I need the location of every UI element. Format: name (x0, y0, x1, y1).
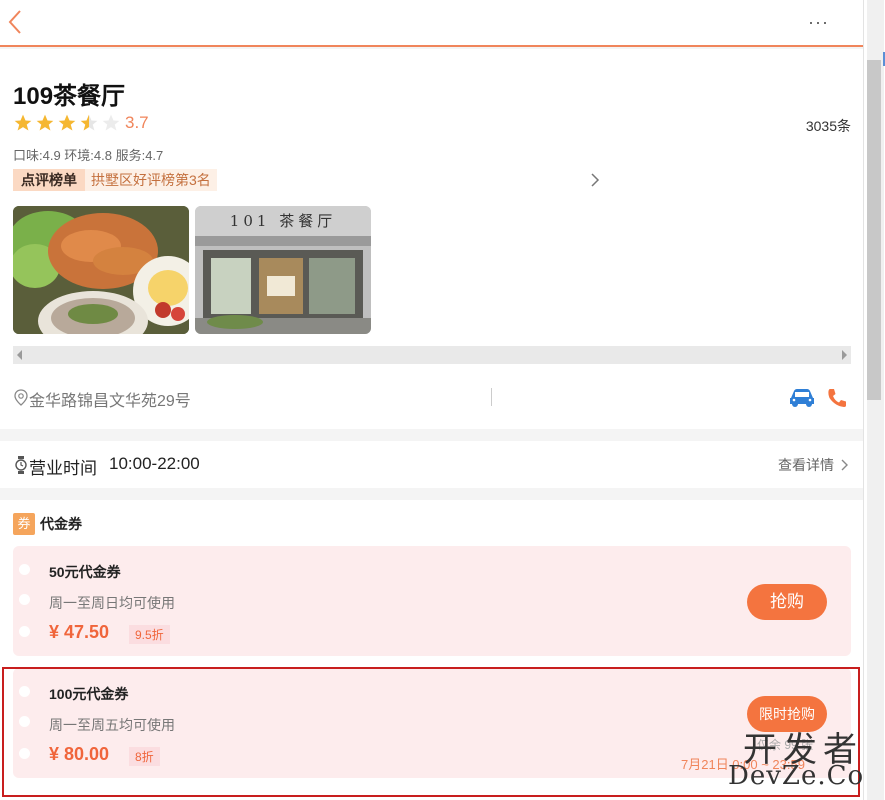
star-empty-icon (102, 114, 120, 131)
coupon-name: 50元代金券 (49, 564, 121, 580)
phone-icon[interactable] (825, 386, 849, 410)
coupon-discount-badge: 9.5折 (129, 625, 170, 644)
watch-icon (15, 456, 27, 474)
photo-strip: 101 茶餐厅 (13, 206, 371, 334)
address-row: 金华路锦昌文华苑29号 (13, 386, 851, 410)
car-icon[interactable] (788, 386, 816, 408)
star-full-icon (58, 114, 76, 131)
hours-value: 10:00-22:00 (109, 454, 200, 473)
coupon-price: ¥ 47.50 (49, 622, 110, 642)
decorative-dot (19, 564, 30, 575)
photo-strip-scrollbar[interactable] (13, 346, 851, 364)
sub-scores: 口味:4.9 环境:4.8 服务:4.7 (13, 148, 164, 163)
coupon-card[interactable]: 50元代金券 周一至周日均可使用 ¥ 47.50 9.5折 抢购 (13, 546, 851, 656)
coupon-section-title: 代金券 (40, 516, 82, 532)
watermark-logo: 开发者 DevZe.CoM (728, 733, 885, 791)
decorative-dot (19, 626, 30, 637)
coupon-badge-icon: 券 (13, 513, 35, 535)
star-half-icon (80, 114, 98, 131)
coupon-description: 周一至周五均可使用 (49, 717, 175, 733)
decorative-dot (19, 686, 30, 697)
coupon-card[interactable]: 100元代金券 周一至周五均可使用 ¥ 80.00 8折 限时抢购 仅余 99 … (13, 668, 851, 778)
star-rating: 3.7 (13, 113, 149, 133)
ranking-tag: 点评榜单 (13, 169, 85, 191)
watermark-en: DevZe.CoM (728, 761, 885, 791)
hours-label: 营业时间 (29, 459, 97, 478)
buy-button[interactable]: 抢购 (747, 584, 827, 620)
scroll-right-arrow-icon[interactable] (842, 350, 847, 360)
view-details-label: 查看详情 (778, 457, 834, 473)
more-menu-button[interactable]: ··· (808, 12, 829, 33)
ranking-chevron-right-icon[interactable] (589, 171, 601, 189)
storefront-photo[interactable]: 101 茶餐厅 (195, 206, 371, 334)
view-details-link[interactable]: 查看详情 (778, 455, 849, 475)
flash-sale-button[interactable]: 限时抢购 (747, 696, 827, 732)
review-count[interactable]: 3035条 (806, 116, 851, 136)
top-bar: ··· (0, 0, 863, 47)
back-button[interactable] (6, 8, 26, 36)
coupon-name: 100元代金券 (49, 686, 129, 702)
shop-detail-page: ··· 109茶餐厅 3.7 3035条 口味:4.9 环境:4.8 服务:4.… (0, 0, 885, 800)
shop-address[interactable]: 金华路锦昌文华苑29号 (29, 387, 191, 411)
coupon-discount-badge: 8折 (129, 747, 160, 766)
coupon-description: 周一至周日均可使用 (49, 595, 175, 611)
ranking-text: 拱墅区好评榜第3名 (91, 172, 211, 188)
scroll-left-arrow-icon[interactable] (17, 350, 22, 360)
chevron-right-icon (841, 459, 848, 471)
business-hours-row: 营业时间 10:00-22:00 查看详情 (0, 441, 863, 488)
food-photo[interactable] (13, 206, 189, 334)
coupon-price: ¥ 80.00 (49, 744, 110, 764)
decorative-dot (19, 716, 30, 727)
star-full-icon (14, 114, 32, 131)
rating-score: 3.7 (125, 113, 149, 132)
decorative-dot (19, 748, 30, 759)
shop-info-card: 109茶餐厅 3.7 3035条 口味:4.9 环境:4.8 服务:4.7 点评… (0, 49, 863, 429)
vertical-scrollbar[interactable] (863, 0, 885, 800)
decorative-dot (19, 594, 30, 605)
star-full-icon (36, 114, 54, 131)
scrollbar-thumb[interactable] (867, 60, 881, 400)
shop-name: 109茶餐厅 (13, 83, 126, 110)
coupon-section-header: 券 代金券 (13, 513, 82, 535)
location-pin-icon (14, 389, 28, 406)
storefront-sign-text: 101 茶餐厅 (230, 212, 336, 230)
chevron-left-icon (8, 10, 21, 34)
ranking-banner[interactable]: 点评榜单 拱墅区好评榜第3名 (13, 169, 217, 191)
divider (491, 388, 492, 406)
